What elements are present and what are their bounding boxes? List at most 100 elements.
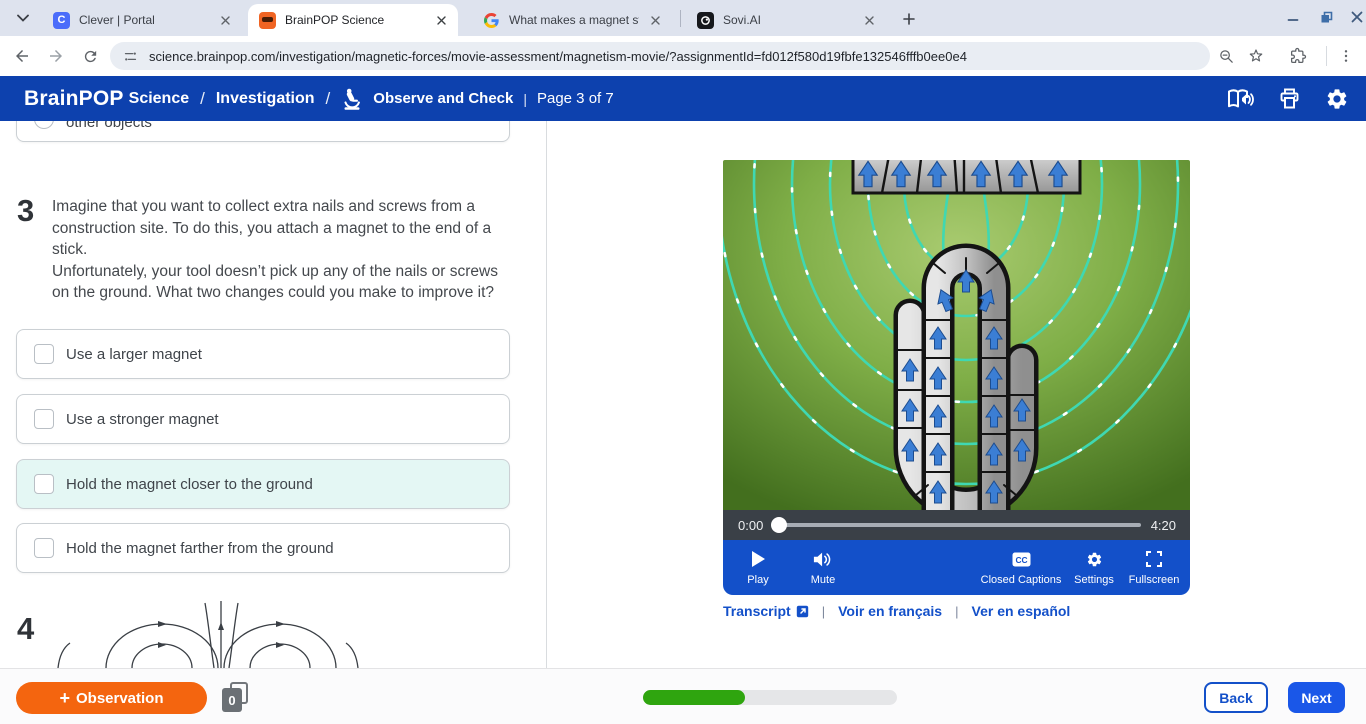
tab-title: What makes a magnet stick to (509, 13, 639, 27)
french-link[interactable]: Voir en français (838, 603, 942, 619)
answer-option-closer-to-ground[interactable]: Hold the magnet closer to the ground (16, 459, 510, 509)
french-label: Voir en français (838, 603, 943, 619)
breadcrumb-investigation[interactable]: Investigation (216, 90, 315, 108)
tab-clever-portal[interactable]: C Clever | Portal (42, 4, 242, 36)
tab-sovi-ai[interactable]: Sovi.AI (686, 4, 886, 36)
gear-icon (1086, 549, 1103, 569)
mute-button[interactable]: Mute (778, 549, 868, 586)
play-icon (750, 549, 766, 569)
fullscreen-button[interactable]: Fullscreen (1109, 549, 1199, 586)
back-button[interactable]: Back (1204, 682, 1268, 713)
window-close-button[interactable] (1340, 0, 1366, 34)
radio-button[interactable] (34, 121, 54, 129)
external-link-icon (796, 605, 808, 617)
extensions-puzzle-icon (1290, 47, 1307, 64)
tab-title: BrainPOP Science (285, 13, 385, 27)
breadcrumb-separator: / (200, 88, 205, 108)
tab-what-makes-magnet[interactable]: What makes a magnet stick to (472, 4, 672, 36)
spanish-link[interactable]: Ver en español (972, 603, 1071, 619)
new-tab-button[interactable] (896, 6, 921, 31)
video-seek-bar: 0:00 4:20 (723, 510, 1190, 540)
reload-button[interactable] (76, 42, 104, 70)
checkbox[interactable] (34, 538, 54, 558)
plus-icon: + (59, 687, 70, 708)
option-label: Use a larger magnet (66, 345, 202, 363)
browser-menu-button[interactable] (1332, 42, 1360, 70)
tab-close-icon[interactable] (433, 12, 450, 29)
option-label: Use a stronger magnet (66, 410, 219, 428)
brainpop-product: Science (128, 89, 190, 107)
address-toolbar: science.brainpop.com/investigation/magne… (0, 36, 1366, 76)
minimize-icon (1287, 19, 1299, 21)
video-links-row: Transcript | Voir en français | Ver en e… (723, 603, 1070, 619)
checkbox[interactable] (34, 409, 54, 429)
window-restore-button[interactable] (1309, 0, 1343, 34)
tab-strip: C Clever | Portal BrainPOP Science What … (0, 0, 1366, 36)
seek-track[interactable] (781, 523, 1141, 527)
address-bar[interactable]: science.brainpop.com/investigation/magne… (110, 42, 1210, 70)
read-aloud-button[interactable] (1226, 84, 1256, 114)
transcript-link[interactable]: Transcript (723, 603, 809, 619)
magnet-paperclip-animation (723, 160, 1190, 510)
clever-favicon: C (53, 11, 70, 29)
control-label: Settings (1074, 574, 1114, 586)
question-paragraph: Imagine that you want to collect extra n… (52, 198, 492, 259)
link-separator: | (821, 603, 826, 619)
question-number: 4 (17, 611, 35, 646)
option-label: Hold the magnet farther from the ground (66, 539, 334, 557)
forward-arrow-icon (50, 50, 62, 62)
bookmark-star-button[interactable] (1242, 42, 1270, 70)
tab-close-icon[interactable] (217, 12, 234, 29)
video-frame[interactable] (723, 160, 1190, 510)
tab-search-chevron-button[interactable] (10, 7, 36, 29)
next-label: Next (1301, 689, 1332, 706)
observation-count-badge[interactable]: 0 (222, 682, 252, 712)
tab-close-icon[interactable] (861, 12, 878, 29)
brainpop-logo[interactable]: BrainPOP (24, 87, 124, 111)
back-nav-button[interactable] (8, 42, 36, 70)
speaker-icon (813, 549, 833, 569)
tab-brainpop-science[interactable]: BrainPOP Science (248, 4, 458, 36)
video-controls-bar: Play Mute CC Closed Captions Settings Fu… (723, 540, 1190, 595)
zoom-indicator-button[interactable] (1212, 42, 1240, 70)
observation-label: Observation (75, 689, 164, 707)
answer-option-stronger-magnet[interactable]: Use a stronger magnet (16, 394, 510, 444)
tab-close-icon[interactable] (647, 12, 664, 29)
add-observation-button[interactable]: + Observation (16, 682, 207, 714)
microscope-icon (341, 87, 363, 111)
plus-icon (902, 12, 915, 25)
answer-option-farther-from-ground[interactable]: Hold the magnet farther from the ground (16, 523, 510, 573)
window-minimize-button[interactable] (1276, 0, 1310, 34)
control-label: Mute (810, 574, 836, 586)
next-button[interactable]: Next (1288, 682, 1345, 713)
header-divider: | (523, 90, 527, 107)
control-label: Play (747, 574, 769, 586)
seek-knob[interactable] (771, 517, 787, 533)
answer-option-partial[interactable]: other objects (16, 121, 510, 142)
star-icon (1249, 49, 1263, 62)
kebab-menu-icon (1344, 50, 1348, 62)
settings-button[interactable] (1322, 84, 1352, 114)
duration: 4:20 (1150, 518, 1176, 533)
checkbox[interactable] (34, 474, 54, 494)
extensions-button[interactable] (1284, 42, 1312, 70)
google-favicon (483, 12, 500, 29)
main-content: other objects 3 Imagine that you want to… (0, 121, 1366, 668)
print-button[interactable] (1274, 84, 1304, 114)
svg-text:CC: CC (1015, 554, 1027, 564)
brainpop-header: BrainPOP Science / Investigation / Obser… (0, 76, 1366, 121)
sovi-favicon (697, 11, 714, 29)
spanish-label: Ver en español (971, 603, 1071, 619)
tab-divider (680, 10, 681, 27)
question-text: Imagine that you want to collect extra n… (52, 196, 516, 304)
answer-option-larger-magnet[interactable]: Use a larger magnet (16, 329, 510, 379)
site-info-icon[interactable] (122, 48, 139, 65)
toolbar-divider (1326, 46, 1327, 66)
checkbox[interactable] (34, 344, 54, 364)
option-label: Hold the magnet closer to the ground (66, 475, 313, 493)
page-indicator: Page 3 of 7 (536, 90, 614, 107)
restore-icon (1321, 11, 1332, 22)
lesson-progress-fill (643, 690, 745, 705)
forward-nav-button[interactable] (42, 42, 70, 70)
printer-icon (1280, 88, 1298, 109)
